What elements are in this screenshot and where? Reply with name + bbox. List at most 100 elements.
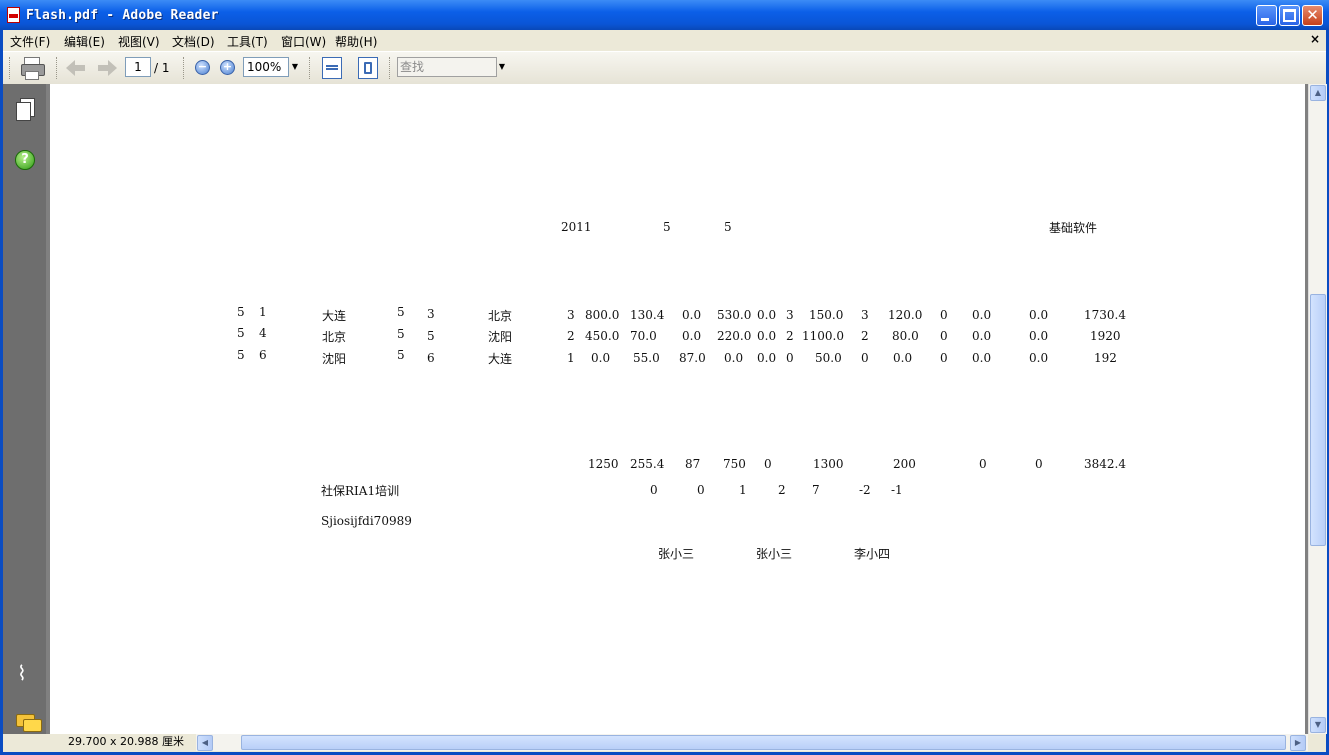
- page-number-input[interactable]: 1: [125, 57, 151, 77]
- fit-width-icon[interactable]: [322, 57, 342, 79]
- table-cell: 2: [786, 329, 794, 343]
- page-dimensions: 29.700 x 20.988 厘米: [68, 735, 184, 748]
- table-cell: 5: [397, 305, 405, 319]
- zoom-dropdown-icon[interactable]: ▼: [289, 57, 301, 77]
- project-value: -2: [859, 483, 871, 497]
- table-cell: 0: [786, 351, 794, 365]
- table-cell: 1: [259, 305, 267, 319]
- table-cell: 0.0: [1029, 308, 1049, 322]
- total-cell: 87: [685, 457, 701, 471]
- table-cell: 1100.0: [802, 329, 844, 343]
- maximize-button[interactable]: [1279, 5, 1300, 26]
- close-document-icon[interactable]: ×: [1310, 32, 1320, 46]
- toolbar-grip[interactable]: [309, 57, 313, 79]
- table-cell: 0: [861, 351, 869, 365]
- toolbar-grip[interactable]: [389, 57, 393, 79]
- scroll-down-icon[interactable]: ▼: [1310, 717, 1326, 733]
- fit-page-icon[interactable]: [358, 57, 378, 79]
- toolbar: 1 / 1 − + 100% ▼ 查找 ▼: [3, 51, 1326, 85]
- help-icon[interactable]: ?: [15, 150, 35, 170]
- header-company: 基础软件: [1049, 221, 1098, 235]
- search-input[interactable]: 查找: [397, 57, 497, 77]
- total-cell: 1250: [588, 457, 619, 471]
- table-cell: 3: [427, 307, 435, 321]
- project-value: 0: [650, 483, 658, 497]
- table-cell: 0.0: [682, 308, 702, 322]
- menu-help[interactable]: 帮助(H): [335, 33, 377, 50]
- status-bar: 29.700 x 20.988 厘米 ◀ ▶: [3, 734, 1326, 752]
- close-icon: ✕: [1306, 6, 1319, 24]
- horizontal-scrollbar[interactable]: ◀ ▶: [196, 734, 1308, 751]
- next-page-icon[interactable]: [97, 58, 117, 78]
- search-dropdown-icon[interactable]: ▼: [496, 57, 508, 77]
- page-total: / 1: [154, 61, 170, 75]
- menu-edit[interactable]: 编辑(E): [64, 33, 105, 50]
- table-cell: 800.0: [585, 308, 620, 322]
- total-cell: 0: [979, 457, 987, 471]
- table-cell: 3: [861, 308, 869, 322]
- menu-window[interactable]: 窗口(W): [281, 33, 326, 50]
- close-window-button[interactable]: ✕: [1302, 5, 1323, 26]
- menu-view[interactable]: 视图(V): [118, 33, 160, 50]
- table-cell: 3: [567, 308, 575, 322]
- total-cell: 0: [1035, 457, 1043, 471]
- prev-page-icon[interactable]: [66, 58, 86, 78]
- table-cell: 0.0: [757, 329, 777, 343]
- scroll-up-icon[interactable]: ▲: [1310, 85, 1326, 101]
- horizontal-scroll-thumb[interactable]: [241, 735, 1286, 750]
- table-cell: 0.0: [893, 351, 913, 365]
- zoom-out-icon[interactable]: −: [195, 60, 210, 75]
- menu-file[interactable]: 文件(F): [10, 33, 50, 50]
- minimize-button[interactable]: [1256, 5, 1277, 26]
- total-cell: 3842.4: [1084, 457, 1126, 471]
- pages-icon[interactable]: [16, 98, 35, 121]
- menu-document[interactable]: 文档(D): [172, 33, 215, 50]
- zoom-level-input[interactable]: 100%: [243, 57, 289, 77]
- vertical-scroll-thumb[interactable]: [1310, 294, 1326, 546]
- table-cell: 1920: [1090, 329, 1121, 343]
- toolbar-grip[interactable]: [56, 57, 60, 79]
- table-cell: 530.0: [717, 308, 752, 322]
- toolbar-grip[interactable]: [183, 57, 187, 79]
- table-cell: 0.0: [724, 351, 744, 365]
- project-value: 0: [697, 483, 705, 497]
- table-cell: 87.0: [679, 351, 706, 365]
- total-cell: 200: [893, 457, 916, 471]
- zoom-in-icon[interactable]: +: [220, 60, 235, 75]
- table-cell: 6: [259, 348, 267, 362]
- project-value: 7: [812, 483, 820, 497]
- table-cell: 80.0: [892, 329, 919, 343]
- table-cell: 6: [427, 351, 435, 365]
- table-cell: 北京: [322, 330, 347, 344]
- scroll-left-icon[interactable]: ◀: [197, 735, 213, 751]
- scroll-right-icon[interactable]: ▶: [1290, 735, 1306, 751]
- table-cell: 220.0: [717, 329, 752, 343]
- table-cell: 120.0: [888, 308, 923, 322]
- table-cell: 5: [237, 305, 245, 319]
- document-code: Sjiosijfdi70989: [321, 514, 412, 528]
- title-bar[interactable]: Flash.pdf - Adobe Reader ✕: [0, 0, 1329, 30]
- menu-tools[interactable]: 工具(T): [227, 33, 268, 50]
- signer-name: 李小四: [854, 547, 891, 561]
- table-cell: 2: [567, 329, 575, 343]
- menu-bar: 文件(F) 编辑(E) 视图(V) 文档(D) 工具(T) 窗口(W) 帮助(H…: [3, 30, 1326, 50]
- table-cell: 50.0: [815, 351, 842, 365]
- comments-icon[interactable]: [16, 714, 42, 732]
- table-cell: 0.0: [1029, 329, 1049, 343]
- table-cell: 5: [397, 327, 405, 341]
- table-cell: 大连: [322, 309, 347, 323]
- table-cell: 沈阳: [322, 352, 347, 366]
- toolbar-grip[interactable]: [9, 57, 13, 79]
- vertical-scrollbar[interactable]: ▲ ▼: [1308, 84, 1327, 734]
- document-viewport[interactable]: 2011 5 5 基础软件 5 1 大连 5 3 北京 3 800.0 130.…: [46, 84, 1308, 734]
- table-cell: 0.0: [591, 351, 611, 365]
- table-cell: 0.0: [682, 329, 702, 343]
- table-cell: 0.0: [757, 351, 777, 365]
- table-cell: 0.0: [972, 329, 992, 343]
- table-cell: 4: [259, 326, 267, 340]
- printer-icon[interactable]: [20, 56, 45, 80]
- attachment-icon[interactable]: ⌇: [17, 662, 37, 684]
- signer-name: 张小三: [756, 547, 793, 561]
- table-cell: 0: [940, 351, 948, 365]
- signer-name: 张小三: [658, 547, 695, 561]
